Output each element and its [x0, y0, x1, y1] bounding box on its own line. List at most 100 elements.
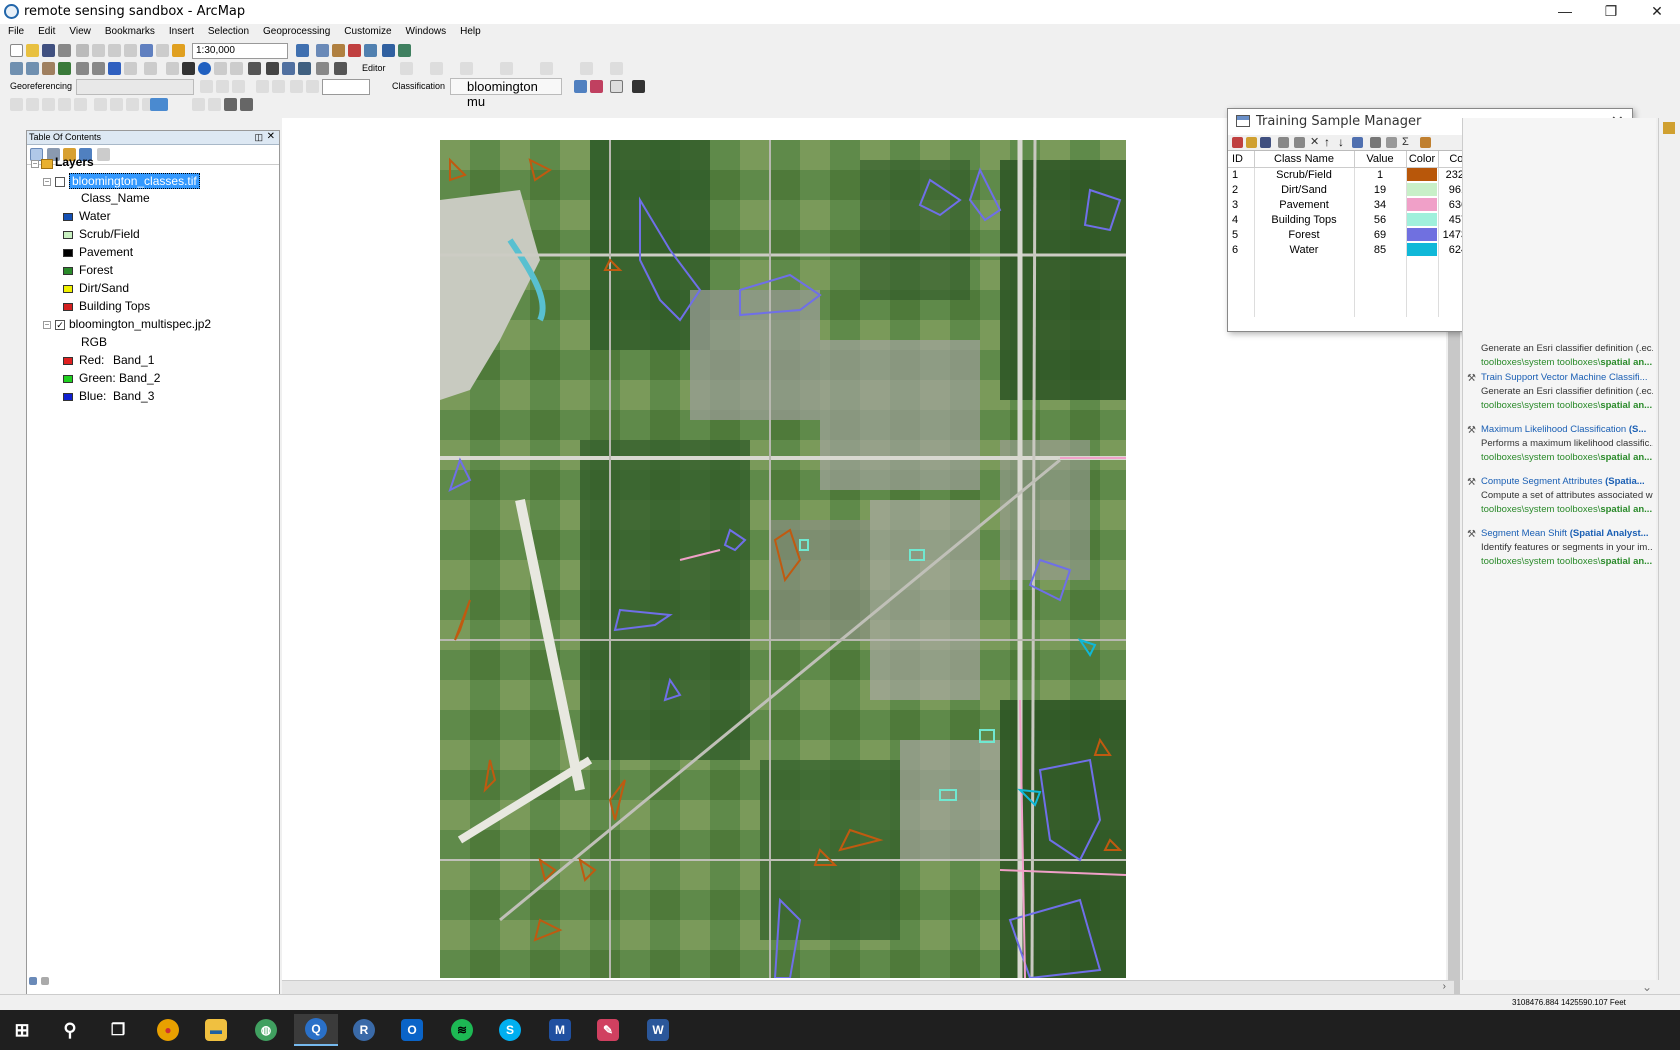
file-explorer-button[interactable]: ▬: [194, 1014, 238, 1046]
tsm-move-down-icon[interactable]: ↓: [1338, 136, 1349, 148]
sketch-tool-icon[interactable]: [430, 62, 443, 75]
row-color-swatch[interactable]: [1407, 168, 1437, 182]
scale-georef-icon[interactable]: [232, 80, 245, 93]
row-color[interactable]: [1406, 182, 1439, 197]
close-button[interactable]: ✕: [1634, 0, 1680, 24]
tsm-scatterplot-icon[interactable]: [1386, 137, 1397, 148]
forward-extent-icon[interactable]: [124, 62, 137, 75]
draw-tool-icon-10[interactable]: [192, 98, 205, 111]
row-class-name[interactable]: Pavement: [1254, 197, 1355, 212]
tsm-load-icon[interactable]: [1246, 137, 1257, 148]
layers-collapse-icon[interactable]: −: [31, 160, 39, 168]
new-document-icon[interactable]: [10, 44, 23, 57]
search-window-icon[interactable]: [348, 44, 361, 57]
result-title[interactable]: Train Support Vector Machine Classifi...: [1481, 372, 1653, 383]
editor-toolbar-icon[interactable]: [296, 44, 309, 57]
result-item[interactable]: ⚒ Train Support Vector Machine Classifi.…: [1465, 372, 1653, 411]
menu-help[interactable]: Help: [452, 24, 487, 37]
zoom-in-icon[interactable]: [10, 62, 23, 75]
cut-icon[interactable]: [76, 44, 89, 57]
matlab-button[interactable]: M: [538, 1014, 582, 1046]
open-folder-icon[interactable]: [26, 44, 39, 57]
paste-icon[interactable]: [108, 44, 121, 57]
draw-tool-icon-1[interactable]: [10, 98, 23, 111]
row-value[interactable]: 19: [1354, 182, 1407, 197]
row-color[interactable]: [1406, 227, 1439, 242]
tsm-reset-icon[interactable]: [1294, 137, 1305, 148]
task-view-button[interactable]: ❒: [96, 1014, 140, 1046]
fixed-zoom-in-icon[interactable]: [76, 62, 89, 75]
split-tool-icon[interactable]: [460, 62, 473, 75]
map-scale-combo[interactable]: 1:30,000: [192, 43, 288, 59]
undo-icon[interactable]: [140, 44, 153, 57]
row-value[interactable]: 69: [1354, 227, 1407, 242]
col-value[interactable]: Value: [1354, 151, 1407, 168]
edit-tool-icon[interactable]: [400, 62, 413, 75]
draw-tool-icon-12[interactable]: [224, 98, 237, 111]
result-item[interactable]: ⚒ Segment Mean Shift (Spatial Analyst...…: [1465, 528, 1653, 567]
fixed-zoom-out-icon[interactable]: [92, 62, 105, 75]
measure-icon[interactable]: [248, 62, 261, 75]
clear-selection-icon[interactable]: [166, 62, 179, 75]
catalog-icon[interactable]: [1663, 122, 1675, 134]
scroll-right-icon[interactable]: ›: [1443, 981, 1446, 992]
select-features-icon[interactable]: [144, 62, 157, 75]
tsm-delete-icon[interactable]: ✕: [1310, 137, 1321, 148]
row-value[interactable]: 85: [1354, 242, 1407, 257]
layout-view-icon[interactable]: [41, 977, 49, 985]
rotate-icon[interactable]: [306, 80, 319, 93]
menu-file[interactable]: File: [0, 24, 30, 37]
create-signature-icon[interactable]: [590, 80, 603, 93]
delete-icon[interactable]: [124, 44, 137, 57]
col-color[interactable]: Color: [1406, 151, 1439, 168]
panel-scroll-down-icon[interactable]: ⌄: [1642, 980, 1652, 994]
layer1-visibility-checkbox[interactable]: [55, 177, 65, 187]
result-title[interactable]: Compute Segment Attributes (Spatia...: [1481, 476, 1653, 487]
menu-selection[interactable]: Selection: [200, 24, 255, 37]
row-class-name[interactable]: Scrub/Field: [1254, 167, 1355, 182]
find-icon[interactable]: [266, 62, 279, 75]
identify-icon[interactable]: [198, 62, 211, 75]
tsm-split-icon[interactable]: [1278, 137, 1289, 148]
add-data-icon[interactable]: [172, 44, 185, 57]
draw-tool-icon-8[interactable]: [126, 98, 139, 111]
draw-tool-icon-3[interactable]: [42, 98, 55, 111]
map-vertical-scroll-thumb[interactable]: [1448, 268, 1460, 1008]
georeferencing-menu[interactable]: Georeferencing: [10, 81, 72, 91]
draw-tool-icon-2[interactable]: [26, 98, 39, 111]
row-value[interactable]: 1: [1354, 167, 1407, 182]
add-control-points-icon[interactable]: [256, 80, 269, 93]
rotate-georef-icon[interactable]: [200, 80, 213, 93]
minimize-button[interactable]: —: [1542, 0, 1588, 24]
viewer-icon[interactable]: [290, 80, 303, 93]
menu-insert[interactable]: Insert: [161, 24, 200, 37]
training-sample-manager-icon[interactable]: [574, 80, 587, 93]
globe-app-button[interactable]: ◍: [244, 1014, 288, 1046]
layer1-name[interactable]: bloomington_classes.tif: [69, 173, 200, 189]
highlight-swatch-icon[interactable]: [150, 98, 168, 111]
create-features-icon[interactable]: [610, 62, 623, 75]
layer2-name[interactable]: bloomington_multispec.jp2: [69, 317, 211, 331]
attributes-icon[interactable]: [540, 62, 553, 75]
create-viewer-icon[interactable]: [334, 62, 347, 75]
maximize-button[interactable]: ❐: [1588, 0, 1634, 24]
layer2-visibility-checkbox[interactable]: ✓: [55, 320, 65, 330]
html-popup-icon[interactable]: [230, 62, 243, 75]
layers-root[interactable]: Layers: [55, 155, 94, 169]
row-class-name[interactable]: Forest: [1254, 227, 1355, 242]
tsm-save-icon[interactable]: [1260, 137, 1271, 148]
result-title[interactable]: Maximum Likelihood Classification (S...: [1481, 424, 1653, 435]
save-icon[interactable]: [42, 44, 55, 57]
tsm-histogram-icon[interactable]: [1370, 137, 1381, 148]
python-window-icon[interactable]: [382, 44, 395, 57]
auto-hide-icon[interactable]: ◫: [254, 132, 263, 143]
back-extent-icon[interactable]: [108, 62, 121, 75]
row-class-name[interactable]: Dirt/Sand: [1254, 182, 1355, 197]
skype-button[interactable]: S: [488, 1014, 532, 1046]
hyperlink-icon[interactable]: [214, 62, 227, 75]
row-color-swatch[interactable]: [1407, 183, 1437, 196]
menu-edit[interactable]: Edit: [30, 24, 61, 37]
row-value[interactable]: 34: [1354, 197, 1407, 212]
result-title[interactable]: Segment Mean Shift (Spatial Analyst...: [1481, 528, 1653, 539]
layer2-collapse-icon[interactable]: −: [43, 321, 51, 329]
